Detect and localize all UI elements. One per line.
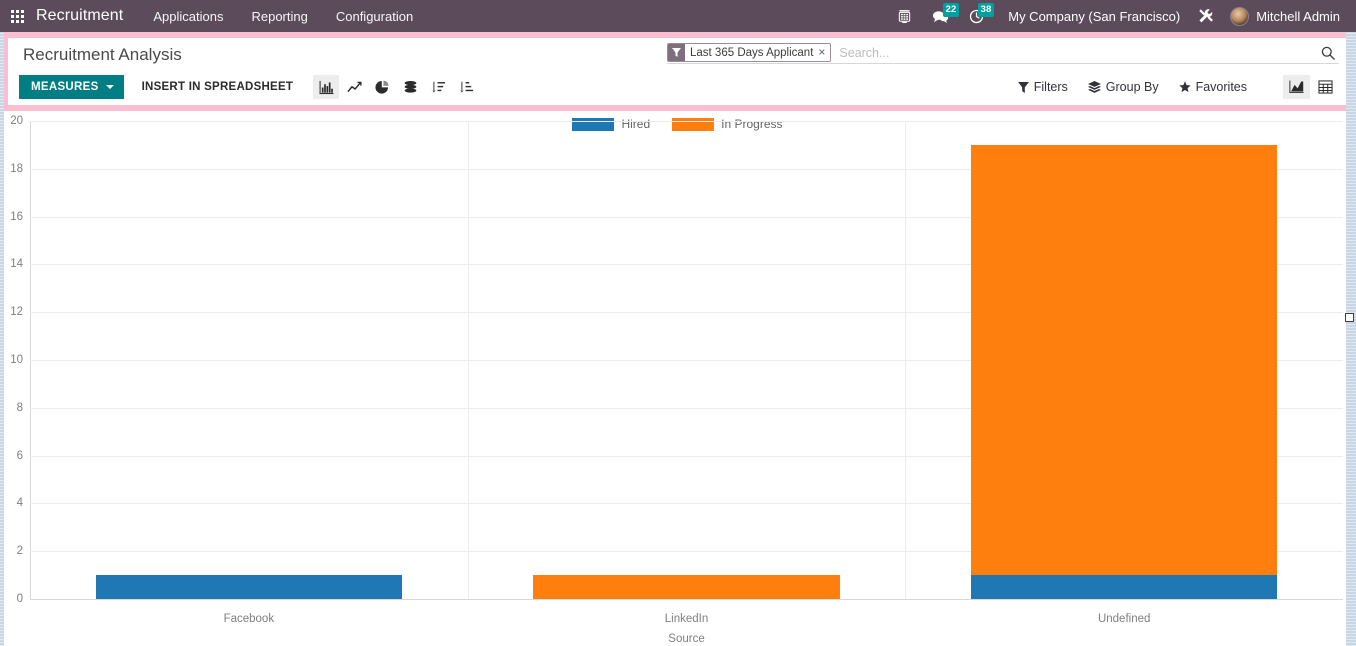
pie-chart-icon[interactable] (369, 75, 395, 99)
bar-segment-in-progress[interactable] (971, 144, 1278, 576)
graph-type-toolbar (313, 75, 479, 99)
line-chart-icon[interactable] (341, 75, 367, 99)
y-tick-label-18: 18 (10, 162, 23, 175)
facet-label: Last 365 Days Applicant (690, 46, 814, 59)
search-facet-last-365-days-applicant[interactable]: Last 365 Days Applicant × (667, 43, 832, 62)
top-navbar: Recruitment Applications Reporting Confi… (0, 0, 1356, 32)
measures-button[interactable]: MEASURES (19, 75, 124, 99)
y-tick-label-6: 6 (16, 449, 23, 462)
search-input[interactable] (831, 43, 1315, 62)
page-title: Recruitment Analysis (23, 45, 182, 64)
view-switcher (1283, 75, 1339, 99)
y-tick-label-10: 10 (10, 354, 23, 366)
bar-segment-hired[interactable] (971, 575, 1278, 599)
y-tick-label-4: 4 (16, 497, 23, 510)
apps-grid-icon[interactable] (0, 9, 34, 23)
activities-badge: 38 (977, 3, 995, 17)
wrench-icon[interactable] (1190, 8, 1222, 24)
groupby-dropdown[interactable]: Group By (1078, 76, 1169, 98)
bar-series-container: Facebook LinkedIn Undefined (30, 121, 1343, 625)
messages-badge: 22 (942, 3, 960, 17)
company-switcher[interactable]: My Company (San Francisco) (994, 9, 1190, 24)
bar-stack (971, 121, 1278, 599)
layers-icon (1087, 81, 1101, 93)
y-tick-label-12: 12 (10, 306, 23, 319)
activities-clock-icon-with-count[interactable]: 38 (959, 0, 995, 32)
y-tick-label-20: 20 (10, 115, 23, 127)
control-panel-bottom-row: MEASURES INSERT IN SPREADSHEET Filters G… (19, 75, 1339, 99)
bar-group-undefined: Undefined (905, 121, 1343, 625)
telephone-icon[interactable] (887, 0, 922, 32)
search-icon[interactable] (1315, 46, 1339, 60)
plot-area: 20 18 16 14 12 10 8 6 4 2 0 Facebook LinkedIn Undefi… (10, 115, 1343, 645)
pivot-view-icon[interactable] (1312, 75, 1339, 99)
groupby-label: Group By (1105, 80, 1159, 94)
navbar-right-group: 22 38 My Company (San Francisco) Mitchel… (887, 0, 1356, 32)
gridline-0: 0 (17, 593, 1343, 605)
filter-funnel-icon (1017, 81, 1029, 93)
stacked-icon[interactable] (397, 75, 423, 99)
bar-segment-hired[interactable] (95, 575, 403, 599)
x-tick-label-linkedin: LinkedIn (664, 613, 709, 625)
control-panel-highlight: Recruitment Analysis Last 365 Days Appli… (0, 32, 1356, 111)
y-tick-label-14: 14 (10, 258, 23, 271)
favorites-label: Favorites (1195, 80, 1247, 94)
bar-group-linkedin: LinkedIn (468, 121, 906, 625)
menu-configuration[interactable]: Configuration (322, 9, 427, 24)
y-tick-label-2: 2 (16, 545, 23, 558)
graph-view: Hired In Progress 20 18 16 14 12 10 8 6 4 2 0 Face… (0, 111, 1356, 645)
star-icon (1178, 81, 1191, 93)
bar-stack (95, 121, 403, 599)
measures-label: MEASURES (31, 81, 99, 93)
favorites-dropdown[interactable]: Favorites (1169, 76, 1257, 98)
x-axis-title: Source (668, 633, 705, 645)
bar-chart-icon[interactable] (313, 75, 340, 99)
graph-view-icon[interactable] (1283, 75, 1310, 99)
user-menu[interactable]: Mitchell Admin (1222, 6, 1346, 26)
messages-icon-with-count[interactable]: 22 (922, 0, 960, 32)
insert-in-spreadsheet-button[interactable]: INSERT IN SPREADSHEET (130, 75, 306, 99)
sort-ascending-icon[interactable] (453, 75, 479, 99)
filters-label: Filters (1033, 80, 1068, 94)
menu-applications[interactable]: Applications (139, 9, 237, 24)
chevron-down-icon (105, 85, 114, 89)
sort-descending-icon[interactable] (425, 75, 451, 99)
avatar (1230, 6, 1250, 26)
y-tick-label-8: 8 (16, 401, 23, 414)
bar-segment-in-progress[interactable] (533, 575, 840, 599)
right-scroll-strip[interactable] (1346, 32, 1356, 646)
x-tick-label-undefined: Undefined (1097, 613, 1151, 625)
filters-dropdown[interactable]: Filters (1008, 76, 1078, 98)
search-bar: Last 365 Days Applicant × (667, 43, 1339, 64)
facet-remove-icon[interactable]: × (816, 44, 830, 61)
left-edge-strip (0, 32, 4, 646)
control-panel: Recruitment Analysis Last 365 Days Appli… (8, 38, 1348, 105)
bar-stack (533, 121, 840, 599)
y-tick-label-16: 16 (10, 210, 23, 223)
menu-reporting[interactable]: Reporting (237, 9, 321, 24)
x-tick-label-facebook: Facebook (223, 613, 275, 625)
app-brand-recruitment[interactable]: Recruitment (34, 7, 139, 25)
bar-group-facebook: Facebook (30, 121, 468, 625)
control-panel-top-row: Recruitment Analysis Last 365 Days Appli… (19, 43, 1339, 69)
resize-handle[interactable] (1345, 313, 1354, 322)
user-name: Mitchell Admin (1256, 8, 1340, 24)
search-options: Filters Group By Favorites (1008, 75, 1339, 99)
y-tick-label-0: 0 (16, 593, 23, 605)
filter-funnel-icon (668, 44, 685, 61)
